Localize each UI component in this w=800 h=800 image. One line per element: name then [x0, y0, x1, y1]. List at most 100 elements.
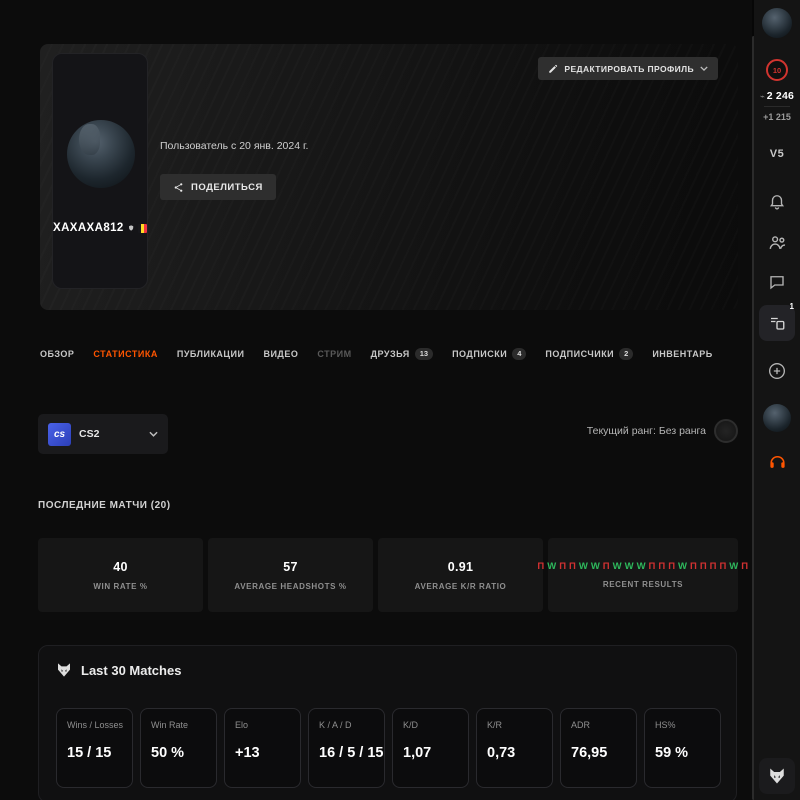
profile-page: XAXAXA812 Пользователь с 20 янв. 2024 г.…: [0, 0, 800, 800]
stat-tile: Elo +13: [224, 708, 301, 788]
username: XAXAXA812: [53, 222, 124, 234]
tracker-extension-button[interactable]: [759, 758, 795, 794]
elo-value: 2 246: [767, 90, 794, 102]
profile-tab[interactable]: ИНВЕНТАРЬ: [652, 345, 712, 363]
result-letter: П: [658, 561, 665, 572]
chevron-down-icon: [149, 431, 158, 437]
profile-tab[interactable]: СТРИМ: [317, 345, 351, 363]
result-letter: П: [719, 561, 726, 572]
people-icon: [768, 233, 787, 252]
stat-tile: K/R 0,73: [476, 708, 553, 788]
stat-tile-value: 59 %: [655, 745, 710, 761]
result-letter: W: [637, 561, 646, 572]
voice-button[interactable]: [768, 452, 787, 471]
result-letter: W: [547, 561, 556, 572]
stat-tile-value: 0,73: [487, 745, 542, 761]
stat-tile-label: K/R: [487, 720, 542, 730]
sidebar-avatar-wrap: [754, 8, 800, 38]
result-letter: П: [668, 561, 675, 572]
missions-count-badge: 1: [790, 302, 794, 311]
chevron-down-icon: [700, 66, 708, 71]
tab-label: ПУБЛИКАЦИИ: [177, 349, 245, 359]
stat-tile: K/D 1,07: [392, 708, 469, 788]
current-rank-label: Текущий ранг: Без ранга: [587, 425, 706, 437]
stat-tile: Win Rate 50 %: [140, 708, 217, 788]
stat-tile: K / A / D 16 / 5 / 15: [308, 708, 385, 788]
win-rate-label: WIN RATE %: [93, 582, 147, 591]
edit-profile-button[interactable]: РЕДАКТИРОВАТЬ ПРОФИЛЬ: [538, 57, 718, 80]
tab-count-badge: 4: [512, 348, 526, 360]
stat-tile-value: 15 / 15: [67, 745, 122, 761]
flag-belgium-icon: [138, 224, 147, 233]
member-since-text: Пользователь с 20 янв. 2024 г.: [160, 140, 308, 152]
stat-tile-value: +13: [235, 745, 290, 761]
tab-label: ВИДЕО: [263, 349, 298, 359]
profile-tab[interactable]: ДРУЗЬЯ 13: [371, 344, 433, 364]
game-select-dropdown[interactable]: cs CS2: [38, 414, 168, 454]
profile-tab[interactable]: ПОДПИСЧИКИ 2: [545, 344, 633, 364]
friend-avatar[interactable]: [763, 404, 791, 432]
panel-header: Last 30 Matches: [39, 646, 736, 678]
missions-button[interactable]: 1: [759, 305, 795, 341]
share-icon: [173, 182, 184, 193]
result-letter: П: [700, 561, 707, 572]
recent-results-label: RECENT RESULTS: [603, 580, 683, 589]
user-avatar[interactable]: [762, 8, 792, 38]
tab-label: СТАТИСТИКА: [93, 349, 157, 359]
match-stat-tiles: Wins / Losses 15 / 15 Win Rate 50 % Elo …: [56, 708, 721, 788]
result-letter: П: [569, 561, 576, 572]
avg-headshots-value: 57: [283, 560, 298, 574]
tab-label: СТРИМ: [317, 349, 351, 359]
fox-tracker-icon: [56, 662, 72, 678]
friends-button[interactable]: [768, 233, 787, 252]
avatar: [67, 120, 135, 188]
share-button[interactable]: ПОДЕЛИТЬСЯ: [160, 174, 276, 200]
verified-badge-icon: [128, 223, 134, 233]
stat-tile-label: Wins / Losses: [67, 720, 122, 730]
profile-banner: XAXAXA812 Пользователь с 20 янв. 2024 г.…: [40, 44, 738, 310]
main-content: XAXAXA812 Пользователь с 20 янв. 2024 г.…: [0, 0, 752, 800]
notifications-button[interactable]: [768, 192, 786, 210]
elo-delta-wrap: +1 215: [754, 112, 800, 122]
divider: [754, 106, 800, 107]
profile-tab[interactable]: ПОДПИСКИ 4: [452, 344, 526, 364]
avg-headshots-card: 57 AVERAGE HEADSHOTS %: [208, 538, 373, 612]
avg-kr-value: 0.91: [448, 560, 474, 574]
add-button[interactable]: [767, 361, 787, 381]
profile-tab[interactable]: ПУБЛИКАЦИИ: [177, 345, 245, 363]
current-rank: Текущий ранг: Без ранга: [587, 419, 738, 443]
recent-results-card: ПWППWWПWWWПППWППППWП RECENT RESULTS: [548, 538, 738, 612]
plus-circle-icon: [767, 361, 787, 381]
elo-wrap: ⌁ 2 246: [754, 90, 800, 102]
bell-icon: [768, 192, 786, 210]
recent-stats-cards: 40 WIN RATE % 57 AVERAGE HEADSHOTS % 0.9…: [38, 538, 738, 612]
game-selector-row: cs CS2 Текущий ранг: Без ранга: [38, 414, 738, 454]
tab-label: ОБЗОР: [40, 349, 74, 359]
edit-profile-label: РЕДАКТИРОВАТЬ ПРОФИЛЬ: [564, 64, 694, 74]
stat-tile: Wins / Losses 15 / 15: [56, 708, 133, 788]
chat-button[interactable]: [768, 273, 786, 291]
profile-tabs: ОБЗОР СТАТИСТИКА ПУБЛИКАЦИИ ВИДЕО: [40, 344, 740, 364]
result-letter: П: [741, 561, 748, 572]
tab-count-badge: 2: [619, 348, 633, 360]
profile-tab[interactable]: ВИДЕО: [263, 345, 298, 363]
profile-card: XAXAXA812: [52, 53, 148, 289]
level-badge-wrap: 10: [754, 59, 800, 81]
result-letter: W: [625, 561, 634, 572]
result-letter: W: [591, 561, 600, 572]
username-row: XAXAXA812: [53, 222, 147, 234]
missions-icon: [768, 314, 786, 332]
result-letter: W: [613, 561, 622, 572]
stat-tile-label: K / A / D: [319, 720, 374, 730]
profile-tab[interactable]: ОБЗОР: [40, 345, 74, 363]
elo-delta-value: +1 215: [763, 112, 791, 122]
tab-label: ИНВЕНТАРЬ: [652, 349, 712, 359]
last-30-matches-panel: Last 30 Matches Wins / Losses 15 / 15 Wi…: [38, 645, 737, 800]
share-button-label: ПОДЕЛИТЬСЯ: [191, 182, 263, 193]
profile-tab[interactable]: СТАТИСТИКА: [93, 345, 157, 363]
selected-game-label: CS2: [79, 428, 141, 440]
avg-kr-card: 0.91 AVERAGE K/R RATIO: [378, 538, 543, 612]
stat-tile-label: Elo: [235, 720, 290, 730]
win-rate-card: 40 WIN RATE %: [38, 538, 203, 612]
result-letter: П: [710, 561, 717, 572]
